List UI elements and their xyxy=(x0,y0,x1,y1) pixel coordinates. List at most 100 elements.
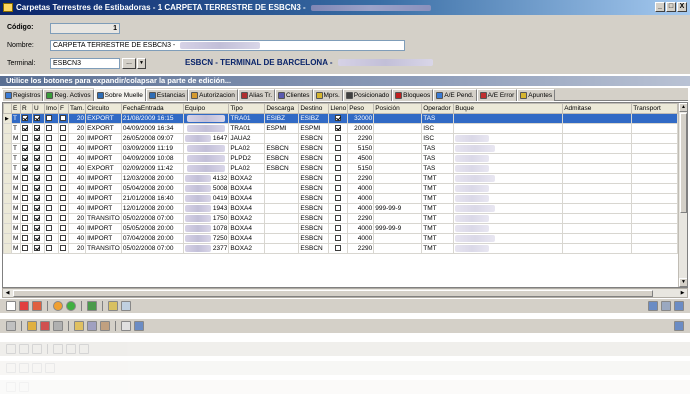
lleno-checkbox[interactable] xyxy=(335,205,342,212)
f-checkbox[interactable] xyxy=(60,245,66,252)
imo-checkbox[interactable] xyxy=(46,215,52,222)
horizontal-scrollbar[interactable]: ◀ ▶ xyxy=(2,288,688,298)
window-icon[interactable] xyxy=(134,321,144,331)
table-row[interactable]: M 20 IMPORT 26/05/2008 09:07 1647 JAUA2 ESBCN 2… xyxy=(3,133,679,144)
column-header[interactable]: Peso xyxy=(347,103,375,114)
table-row[interactable]: M 20 TRANSITO 05/02/2008 07:00 2377 BOXA2 ESBC… xyxy=(3,243,679,254)
tab-posicionado[interactable]: Posicionado xyxy=(342,89,393,101)
row-indicator[interactable] xyxy=(3,193,12,204)
r-checkbox[interactable] xyxy=(22,155,28,162)
u-checkbox[interactable] xyxy=(34,135,40,142)
r-checkbox[interactable] xyxy=(22,195,28,202)
lleno-checkbox[interactable] xyxy=(335,115,342,122)
f-checkbox[interactable] xyxy=(60,175,66,182)
column-header[interactable]: Circuito xyxy=(85,103,122,114)
column-header[interactable]: U xyxy=(32,103,45,114)
tools-icon[interactable] xyxy=(6,321,16,331)
table-row[interactable]: T 40 IMPORT 03/09/2009 11:19 PLA02 ESBCN ESBCN… xyxy=(3,143,679,154)
maximize-button[interactable]: □ xyxy=(666,2,676,12)
folder-icon[interactable] xyxy=(74,321,84,331)
u-checkbox[interactable] xyxy=(34,115,40,122)
imo-checkbox[interactable] xyxy=(46,245,52,252)
imo-checkbox[interactable] xyxy=(46,235,52,242)
r-checkbox[interactable] xyxy=(22,205,28,212)
scroll-right-icon[interactable]: ▶ xyxy=(678,289,687,297)
row-indicator[interactable] xyxy=(3,183,12,194)
edit-icon[interactable] xyxy=(27,321,37,331)
imo-checkbox[interactable] xyxy=(46,165,52,172)
column-header[interactable]: Imo xyxy=(44,103,59,114)
lleno-checkbox[interactable] xyxy=(335,165,342,172)
f-checkbox[interactable] xyxy=(60,155,66,162)
new-record-icon[interactable] xyxy=(6,301,16,311)
table-row[interactable]: ▶ T 20 EXPORT 21/08/2009 16:15 TRA01 ESIBZ ESIB… xyxy=(3,113,679,124)
lleno-checkbox[interactable] xyxy=(335,125,342,132)
settings-icon[interactable] xyxy=(121,321,131,331)
tab-clientes[interactable]: Clientes xyxy=(275,89,313,101)
lleno-checkbox[interactable] xyxy=(335,215,342,222)
export-icon[interactable] xyxy=(87,301,97,311)
delete-icon[interactable] xyxy=(19,301,29,311)
column-header[interactable]: Equipo xyxy=(182,103,230,114)
lleno-checkbox[interactable] xyxy=(335,185,342,192)
delete-all-icon[interactable] xyxy=(32,301,42,311)
imo-checkbox[interactable] xyxy=(46,145,52,152)
u-checkbox[interactable] xyxy=(34,175,40,182)
row-indicator[interactable] xyxy=(3,203,12,214)
lleno-checkbox[interactable] xyxy=(335,245,342,252)
column-header[interactable]: Operador xyxy=(421,103,455,114)
layout-icon[interactable] xyxy=(648,301,658,311)
r-checkbox[interactable] xyxy=(22,245,28,252)
column-header[interactable]: Transport xyxy=(631,103,679,114)
imo-checkbox[interactable] xyxy=(46,125,52,132)
f-checkbox[interactable] xyxy=(60,125,66,132)
row-indicator[interactable] xyxy=(3,163,12,174)
imo-checkbox[interactable] xyxy=(46,185,52,192)
lleno-checkbox[interactable] xyxy=(335,225,342,232)
u-checkbox[interactable] xyxy=(34,125,40,132)
vertical-scroll-thumb[interactable] xyxy=(680,113,687,213)
column-header[interactable]: Descarga xyxy=(264,103,300,114)
r-checkbox[interactable] xyxy=(22,235,28,242)
imo-checkbox[interactable] xyxy=(46,115,52,122)
table-row[interactable]: M 40 IMPORT 05/05/2008 20:00 1078 BOXA4 ESBCN 4… xyxy=(3,223,679,234)
table-row[interactable]: M 40 IMPORT 21/01/2008 16:40 0419 BOXA4 ESBCN 4… xyxy=(3,193,679,204)
u-checkbox[interactable] xyxy=(34,245,40,252)
f-checkbox[interactable] xyxy=(60,215,66,222)
u-checkbox[interactable] xyxy=(34,155,40,162)
close-button[interactable]: X xyxy=(677,2,687,12)
row-indicator[interactable] xyxy=(3,133,12,144)
row-indicator[interactable] xyxy=(3,123,12,134)
lleno-checkbox[interactable] xyxy=(335,155,342,162)
r-checkbox[interactable] xyxy=(22,135,28,142)
column-header[interactable]: Tipo xyxy=(228,103,266,114)
imo-checkbox[interactable] xyxy=(46,205,52,212)
column-header[interactable]: E xyxy=(11,103,21,114)
accept-icon[interactable] xyxy=(66,301,76,311)
scroll-up-icon[interactable]: ▲ xyxy=(679,103,687,112)
terminal-field[interactable]: ESBCN3 xyxy=(50,58,120,69)
lleno-checkbox[interactable] xyxy=(335,175,342,182)
vertical-scrollbar[interactable]: ▲ ▼ xyxy=(678,103,687,287)
filter-icon[interactable] xyxy=(108,301,118,311)
r-checkbox[interactable] xyxy=(22,165,28,172)
r-checkbox[interactable] xyxy=(22,125,28,132)
column-header[interactable]: R xyxy=(20,103,33,114)
terminal-dropdown-button[interactable]: ▼ xyxy=(137,58,146,69)
imo-checkbox[interactable] xyxy=(46,155,52,162)
column-header[interactable]: Lleno xyxy=(328,103,349,114)
terminal-lookup-button[interactable]: ... xyxy=(122,58,136,69)
scroll-down-icon[interactable]: ▼ xyxy=(679,278,687,287)
column-header[interactable]: Admitase xyxy=(562,103,633,114)
table-row[interactable]: M 40 IMPORT 07/04/2008 20:00 7250 BOXA4 ESBCN 4… xyxy=(3,233,679,244)
r-checkbox[interactable] xyxy=(22,175,28,182)
tab-bloqueos[interactable]: Bloqueos xyxy=(392,89,434,101)
imo-checkbox[interactable] xyxy=(46,225,52,232)
table-row[interactable]: T 20 EXPORT 04/09/2009 16:34 TRA01 ESPMI ESPMI… xyxy=(3,123,679,134)
r-checkbox[interactable] xyxy=(22,225,28,232)
r-checkbox[interactable] xyxy=(22,215,28,222)
tab-a-e-error[interactable]: A/E Error xyxy=(476,89,518,101)
column-header[interactable]: Destino xyxy=(298,103,330,114)
codigo-field[interactable]: 1 xyxy=(50,23,120,34)
table-row[interactable]: M 40 IMPORT 12/01/2008 20:00 1943 BOXA4 ESBCN 4… xyxy=(3,203,679,214)
